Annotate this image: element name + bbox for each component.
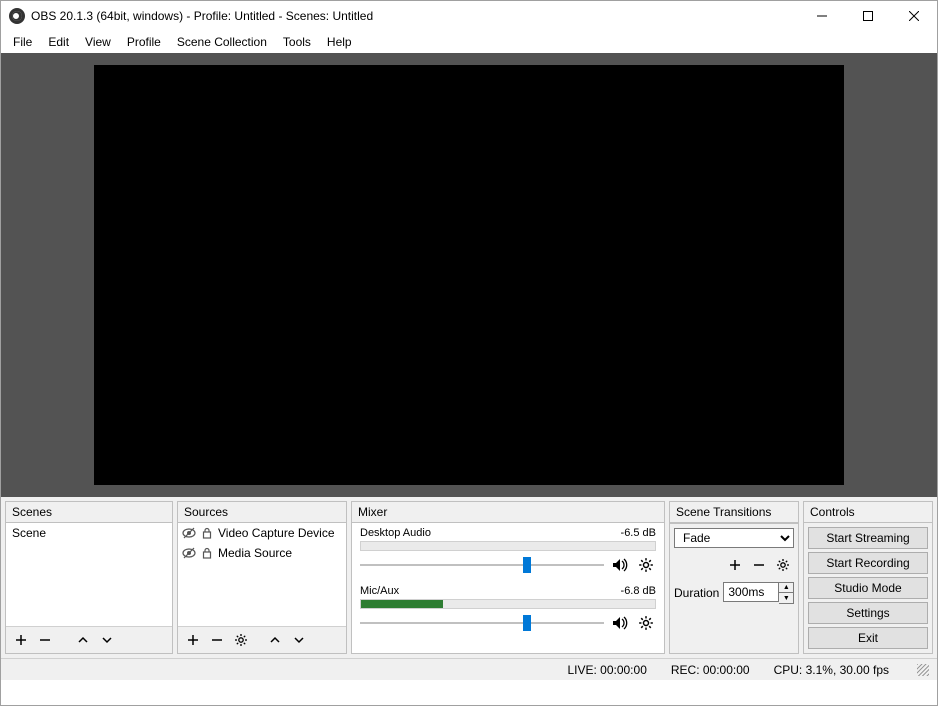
window-buttons [799,1,937,31]
menu-edit[interactable]: Edit [40,33,77,51]
source-remove-button[interactable] [206,629,228,651]
source-item[interactable]: Media Source [178,543,346,563]
start-recording-button[interactable]: Start Recording [808,552,928,574]
mixer-meter [360,599,656,609]
source-label: Video Capture Device [218,526,335,540]
source-down-button[interactable] [288,629,310,651]
settings-button[interactable]: Settings [808,602,928,624]
mixer-volume-slider[interactable] [360,557,604,573]
duration-input[interactable] [723,582,779,602]
sources-toolbar [178,626,346,653]
menu-tools[interactable]: Tools [275,33,319,51]
maximize-button[interactable] [845,1,891,31]
transitions-header: Scene Transitions [670,502,798,523]
mixer-channel-db: -6.8 dB [621,585,656,597]
duration-up-button[interactable]: ▲ [779,583,793,593]
minimize-button[interactable] [799,1,845,31]
app-icon [9,8,25,24]
studio-mode-button[interactable]: Studio Mode [808,577,928,599]
start-streaming-button[interactable]: Start Streaming [808,527,928,549]
mixer-volume-slider[interactable] [360,615,604,631]
transition-remove-button[interactable] [748,554,770,576]
source-label: Media Source [218,546,292,560]
preview-canvas[interactable] [94,65,844,485]
preview-area [1,53,937,497]
duration-down-button[interactable]: ▼ [779,593,793,603]
mixer-channel: Desktop Audio -6.5 dB [352,523,664,581]
resize-grip[interactable] [917,664,929,676]
lock-icon[interactable] [200,526,214,540]
scenes-list[interactable]: Scene [6,523,172,626]
titlebar: OBS 20.1.3 (64bit, windows) - Profile: U… [1,1,937,31]
controls-panel: Controls Start Streaming Start Recording… [803,501,933,654]
sources-list[interactable]: Video Capture Device Media Source [178,523,346,626]
mixer-header: Mixer [352,502,664,523]
menu-profile[interactable]: Profile [119,33,169,51]
panels-row: Scenes Scene Sources Video Capture Devic… [1,497,937,658]
mixer-settings-button[interactable] [636,613,656,633]
menu-file[interactable]: File [5,33,40,51]
controls-header: Controls [804,502,932,523]
visibility-icon[interactable] [182,546,196,560]
status-live: LIVE: 00:00:00 [567,663,646,677]
transition-select[interactable]: Fade [674,528,794,548]
mixer-settings-button[interactable] [636,555,656,575]
mixer-meter-fill [361,600,443,608]
menu-help[interactable]: Help [319,33,360,51]
scene-down-button[interactable] [96,629,118,651]
exit-button[interactable]: Exit [808,627,928,649]
sources-panel: Sources Video Capture Device Media Sourc… [177,501,347,654]
scene-up-button[interactable] [72,629,94,651]
source-add-button[interactable] [182,629,204,651]
source-up-button[interactable] [264,629,286,651]
mixer-channel-db: -6.5 dB [621,527,656,539]
transitions-body: Fade Duration ▲ ▼ [670,523,798,608]
mixer-body: Desktop Audio -6.5 dB Mic/Aux [352,523,664,653]
menubar: File Edit View Profile Scene Collection … [1,31,937,53]
sources-header: Sources [178,502,346,523]
controls-body: Start Streaming Start Recording Studio M… [804,523,932,653]
window-title: OBS 20.1.3 (64bit, windows) - Profile: U… [31,9,799,23]
scene-add-button[interactable] [10,629,32,651]
source-settings-button[interactable] [230,629,252,651]
mixer-meter [360,541,656,551]
duration-spinner[interactable]: ▲ ▼ [723,582,794,604]
scenes-panel: Scenes Scene [5,501,173,654]
transition-add-button[interactable] [724,554,746,576]
mixer-panel: Mixer Desktop Audio -6.5 dB [351,501,665,654]
scenes-toolbar [6,626,172,653]
close-button[interactable] [891,1,937,31]
mixer-channel-name: Mic/Aux [360,585,399,597]
scene-remove-button[interactable] [34,629,56,651]
mixer-mute-button[interactable] [610,613,630,633]
status-cpu: CPU: 3.1%, 30.00 fps [774,663,889,677]
statusbar: LIVE: 00:00:00 REC: 00:00:00 CPU: 3.1%, … [1,658,937,680]
menu-scene-collection[interactable]: Scene Collection [169,33,275,51]
visibility-icon[interactable] [182,526,196,540]
status-rec: REC: 00:00:00 [671,663,750,677]
duration-label: Duration [674,586,719,600]
mixer-mute-button[interactable] [610,555,630,575]
menu-view[interactable]: View [77,33,119,51]
lock-icon[interactable] [200,546,214,560]
mixer-channel-name: Desktop Audio [360,527,431,539]
transition-settings-button[interactable] [772,554,794,576]
transitions-panel: Scene Transitions Fade Duration ▲ ▼ [669,501,799,654]
mixer-channel: Mic/Aux -6.8 dB [352,581,664,639]
scenes-header: Scenes [6,502,172,523]
scene-item[interactable]: Scene [6,523,172,543]
source-item[interactable]: Video Capture Device [178,523,346,543]
